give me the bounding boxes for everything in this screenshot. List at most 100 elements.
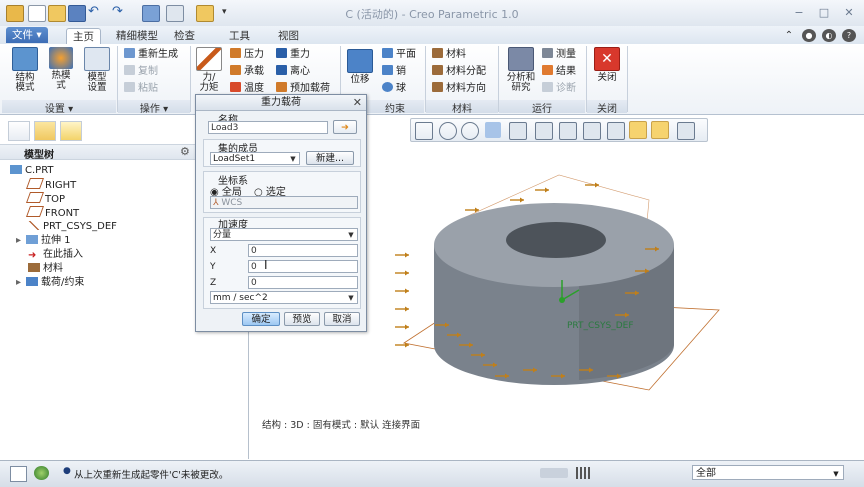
group-run-label[interactable]: 运行 xyxy=(499,100,585,115)
view-manager-icon[interactable] xyxy=(559,122,577,140)
thermal-mode-button[interactable]: 热模 式 xyxy=(44,47,78,91)
group-setup-label[interactable]: 设置 ▾ xyxy=(2,100,116,115)
dialog-close-icon[interactable]: ✕ xyxy=(353,96,362,109)
search-icon[interactable]: ● xyxy=(802,29,816,42)
material-orient-button[interactable]: 材料方向 xyxy=(432,82,486,96)
material-icon xyxy=(432,48,443,58)
name-input[interactable]: Load3 xyxy=(208,121,328,134)
progress-indicator-icon xyxy=(540,468,568,478)
cancel-button[interactable]: 取消 xyxy=(324,312,360,326)
material-assign-icon xyxy=(432,65,443,75)
tree-item-materials[interactable]: 材料 xyxy=(28,262,63,276)
displacement-button[interactable]: 位移 xyxy=(343,49,377,85)
maximize-icon[interactable]: □ xyxy=(817,6,831,19)
plane-icon xyxy=(382,48,393,58)
tree-item-front[interactable]: FRONT xyxy=(25,206,79,220)
force-moment-icon xyxy=(196,47,222,71)
tab-tools[interactable]: 工具 xyxy=(223,28,256,44)
displacement-icon xyxy=(347,49,373,73)
spin-center-icon[interactable] xyxy=(677,122,695,140)
bearing-button[interactable]: 承载 xyxy=(230,65,264,79)
tab-file[interactable]: 文件 ▾ xyxy=(6,27,48,43)
paste-button[interactable]: 粘贴 xyxy=(124,82,158,96)
saved-views-icon[interactable] xyxy=(535,122,553,140)
ball-button[interactable]: 球 xyxy=(382,82,406,96)
pin-button[interactable]: 销 xyxy=(382,65,406,79)
tree-item-extrude[interactable]: ▸ 拉伸 1 xyxy=(16,234,71,248)
constraint-display-icon[interactable] xyxy=(651,121,669,139)
structural-mode-button[interactable]: 结构 模式 xyxy=(8,47,42,93)
group-constraints-label[interactable]: 约束 xyxy=(366,100,424,115)
preview-button[interactable]: 预览 xyxy=(284,312,320,326)
expand-icon[interactable]: ▸ xyxy=(16,276,26,290)
pressure-icon xyxy=(230,48,241,58)
loads-constraints-icon xyxy=(26,277,38,286)
csys-origin xyxy=(559,297,565,303)
centrifugal-icon xyxy=(276,65,287,75)
tab-refine-model[interactable]: 精细模型 xyxy=(110,28,164,44)
tree-item-part[interactable]: C.PRT xyxy=(10,164,54,178)
material-button[interactable]: 材料 xyxy=(432,48,466,62)
load-display-icon[interactable] xyxy=(629,121,647,139)
annotation-display-icon[interactable] xyxy=(583,122,601,140)
measure-button[interactable]: 测量 xyxy=(542,48,576,62)
analysis-studies-button[interactable]: 分析和 研究 xyxy=(503,47,539,93)
diagnostics-button[interactable]: 诊断 xyxy=(542,82,576,96)
minimize-icon[interactable]: − xyxy=(792,6,806,19)
refit-icon[interactable] xyxy=(415,122,433,140)
csys-icon: ⅄ xyxy=(213,198,219,208)
load-arrow-head xyxy=(545,187,549,193)
zoom-in-icon[interactable] xyxy=(439,122,457,140)
community-icon[interactable]: ◐ xyxy=(822,29,836,42)
tree-item-right[interactable]: RIGHT xyxy=(25,178,76,192)
zoom-out-icon[interactable] xyxy=(461,122,479,140)
tab-inspect[interactable]: 检查 xyxy=(168,28,201,44)
close-window-icon[interactable]: ✕ xyxy=(842,6,856,19)
centrifugal-button[interactable]: 离心 xyxy=(276,65,310,79)
name-select-button[interactable]: ➜ xyxy=(333,120,357,134)
tree-settings-icon[interactable]: ⚙ xyxy=(180,145,190,158)
new-load-set-button[interactable]: 新建... xyxy=(306,151,354,165)
ok-button[interactable]: 确定 xyxy=(242,312,280,326)
display-style-icon[interactable] xyxy=(509,122,527,140)
tab-view[interactable]: 视图 xyxy=(272,28,305,44)
y-label: Y xyxy=(210,262,216,272)
tree-item-csys[interactable]: PRT_CSYS_DEF xyxy=(28,220,117,234)
plane-button[interactable]: 平面 xyxy=(382,48,416,62)
collapse-ribbon-icon[interactable]: ⌃ xyxy=(782,29,796,42)
tree-item-loads-constraints[interactable]: ▸ 载荷/约束 xyxy=(16,276,84,290)
units-dropdown[interactable]: mm / sec^2 ▼ xyxy=(210,291,358,304)
close-button[interactable]: ✕ 关闭 xyxy=(590,47,624,83)
model-tree-tab-icon[interactable] xyxy=(8,121,30,141)
close-icon: ✕ xyxy=(594,47,620,71)
pressure-button[interactable]: 压力 xyxy=(230,48,264,62)
repaint-icon[interactable] xyxy=(485,122,501,138)
regenerate-button[interactable]: 重新生成 xyxy=(124,48,178,62)
model-setup-button[interactable]: 模型 设置 xyxy=(80,47,114,93)
gravity-icon xyxy=(276,48,287,58)
gravity-button[interactable]: 重力 xyxy=(276,48,310,62)
material-assign-button[interactable]: 材料分配 xyxy=(432,65,486,79)
expand-icon[interactable]: ▸ xyxy=(16,234,26,248)
datum-display-icon[interactable] xyxy=(607,122,625,140)
tree-item-top[interactable]: TOP xyxy=(25,192,65,206)
folder-browser-tab-icon[interactable] xyxy=(34,121,56,141)
acceleration-mode-dropdown[interactable]: 分量 ▼ xyxy=(210,228,358,241)
selection-filter-dropdown[interactable]: 全部 ▼ xyxy=(692,465,844,480)
navigator-toggle-icon[interactable] xyxy=(10,466,27,482)
preload-icon xyxy=(276,82,287,92)
load-set-dropdown[interactable]: LoadSet1 ▼ xyxy=(210,152,300,165)
tab-home[interactable]: 主页 xyxy=(66,28,101,45)
copy-button[interactable]: 复制 xyxy=(124,65,158,79)
help-icon[interactable]: ? xyxy=(842,29,856,42)
tree-item-insert-here[interactable]: ➜ 在此插入 xyxy=(28,248,83,262)
browser-toggle-icon[interactable] xyxy=(34,466,49,480)
force-moment-button[interactable]: 力/ 力矩 xyxy=(192,47,226,93)
x-component-input[interactable]: 0 xyxy=(248,244,358,257)
group-operations-label[interactable]: 操作 ▾ xyxy=(118,100,190,115)
results-button[interactable]: 结果 xyxy=(542,65,576,79)
group-material-label[interactable]: 材料 xyxy=(426,100,498,115)
z-component-input[interactable]: 0 xyxy=(248,276,358,289)
chevron-down-icon: ▼ xyxy=(348,231,354,239)
favorites-tab-icon[interactable] xyxy=(60,121,82,141)
